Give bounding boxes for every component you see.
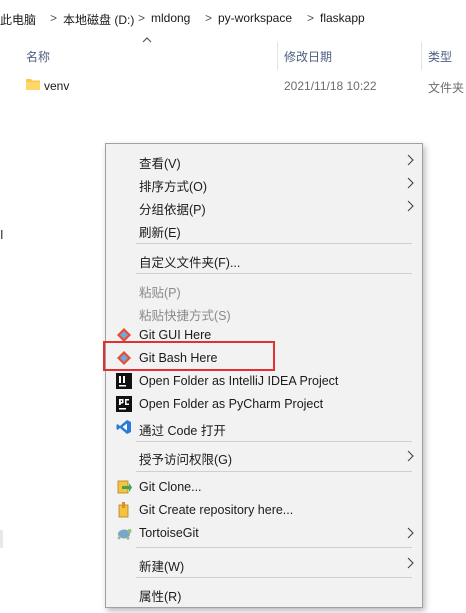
- file-type: 文件夹: [428, 81, 465, 95]
- menu-separator: [136, 577, 412, 578]
- folder-icon: [26, 79, 40, 90]
- menu-item-paste-shortcut[interactable]: 粘贴快捷方式(S): [106, 301, 422, 323]
- breadcrumb-flaskapp[interactable]: flaskapp: [320, 11, 365, 25]
- menu-item-paste[interactable]: 粘贴(P): [106, 278, 422, 300]
- menu-item-label: Git GUI Here: [139, 328, 212, 342]
- breadcrumb-separator[interactable]: >: [50, 11, 57, 25]
- git-clone-icon: [117, 480, 132, 494]
- menu-separator: [136, 547, 412, 548]
- menu-item-git-create-repo[interactable]: Git Create repository here...: [106, 499, 422, 521]
- column-header-bar: 名称 修改日期 类型: [0, 36, 466, 70]
- menu-item-git-gui[interactable]: Git GUI Here: [106, 324, 422, 346]
- file-row[interactable]: venv 2021/11/18 10:22 文件夹: [22, 74, 466, 96]
- menu-item-label: 授予访问权限(G): [139, 453, 233, 467]
- chevron-right-icon: [407, 450, 414, 462]
- vscode-icon: [116, 420, 131, 434]
- menu-item-grant-access[interactable]: 授予访问权限(G): [106, 445, 422, 467]
- breadcrumb-mldong[interactable]: mldong: [151, 11, 190, 25]
- menu-item-label: 分组依据(P): [139, 203, 206, 217]
- chevron-right-icon: [407, 200, 414, 212]
- menu-item-label: 查看(V): [139, 157, 181, 171]
- column-header-name[interactable]: 名称: [26, 48, 50, 65]
- menu-item-label: Git Bash Here: [139, 351, 218, 365]
- menu-item-label: 新建(W): [139, 560, 185, 574]
- menu-item-label: 粘贴快捷方式(S): [139, 309, 231, 323]
- breadcrumb-separator[interactable]: >: [205, 11, 212, 25]
- column-header-date[interactable]: 修改日期: [284, 48, 332, 65]
- menu-item-open-pycharm[interactable]: Open Folder as PyCharm Project: [106, 393, 422, 415]
- menu-separator: [136, 243, 412, 244]
- column-divider[interactable]: [277, 42, 278, 70]
- file-name: venv: [44, 79, 70, 93]
- menu-item-sort[interactable]: 排序方式(O): [106, 172, 422, 194]
- menu-item-git-clone[interactable]: Git Clone...: [106, 476, 422, 498]
- menu-item-tortoisegit[interactable]: TortoiseGit: [106, 522, 422, 544]
- menu-item-label: Open Folder as PyCharm Project: [139, 397, 324, 411]
- menu-separator: [136, 441, 412, 442]
- breadcrumb-separator[interactable]: >: [307, 11, 314, 25]
- menu-item-label: 刷新(E): [139, 226, 181, 240]
- pycharm-icon: [116, 396, 132, 412]
- menu-item-group[interactable]: 分组依据(P): [106, 195, 422, 217]
- menu-item-label: 属性(R): [139, 590, 182, 604]
- menu-item-label: Git Create repository here...: [139, 503, 294, 517]
- context-menu: 查看(V) 排序方式(O) 分组依据(P) 刷新(E) 自定义文件夹(F)...…: [105, 143, 423, 608]
- menu-item-customize-folder[interactable]: 自定义文件夹(F)...: [106, 248, 422, 270]
- sort-ascending-icon: [142, 37, 152, 43]
- column-divider[interactable]: [421, 42, 422, 70]
- breadcrumb-py-workspace[interactable]: py-workspace: [218, 11, 292, 25]
- tortoisegit-icon: [117, 529, 132, 540]
- git-gui-icon: [117, 328, 131, 342]
- menu-item-label: 自定义文件夹(F)...: [139, 256, 241, 270]
- menu-item-view[interactable]: 查看(V): [106, 149, 422, 171]
- chevron-right-icon: [407, 177, 414, 189]
- breadcrumb-drive-d[interactable]: 本地磁盘 (D:): [63, 11, 134, 28]
- menu-item-open-vscode[interactable]: 通过 Code 打开: [106, 416, 422, 438]
- breadcrumb-this-pc[interactable]: 此电脑: [0, 11, 36, 28]
- menu-separator: [136, 273, 412, 274]
- menu-item-open-intellij[interactable]: Open Folder as IntelliJ IDEA Project: [106, 370, 422, 392]
- menu-item-refresh[interactable]: 刷新(E): [106, 218, 422, 240]
- menu-item-label: TortoiseGit: [139, 526, 199, 540]
- menu-item-properties[interactable]: 属性(R): [106, 582, 422, 604]
- sidebar-fragment: Ⅰ: [0, 228, 4, 242]
- intellij-icon: [116, 373, 132, 389]
- column-header-type[interactable]: 类型: [428, 48, 452, 65]
- git-bash-icon: [117, 351, 131, 365]
- breadcrumb-separator[interactable]: >: [138, 11, 145, 25]
- chevron-right-icon: [407, 557, 414, 569]
- chevron-right-icon: [407, 527, 414, 539]
- git-create-repo-icon: [118, 502, 129, 518]
- menu-item-label: Git Clone...: [139, 480, 202, 494]
- menu-item-label: 通过 Code 打开: [139, 424, 226, 438]
- sidebar-edge: [0, 530, 3, 548]
- menu-item-label: 排序方式(O): [139, 180, 208, 194]
- menu-item-new[interactable]: 新建(W): [106, 552, 422, 574]
- file-date: 2021/11/18 10:22: [284, 79, 377, 93]
- menu-item-git-bash[interactable]: Git Bash Here: [106, 347, 422, 369]
- menu-item-label: 粘贴(P): [139, 286, 181, 300]
- chevron-right-icon: [407, 154, 414, 166]
- menu-separator: [136, 471, 412, 472]
- address-bar[interactable]: 此电脑 > 本地磁盘 (D:) > mldong > py-workspace …: [0, 0, 466, 37]
- menu-item-label: Open Folder as IntelliJ IDEA Project: [139, 374, 339, 388]
